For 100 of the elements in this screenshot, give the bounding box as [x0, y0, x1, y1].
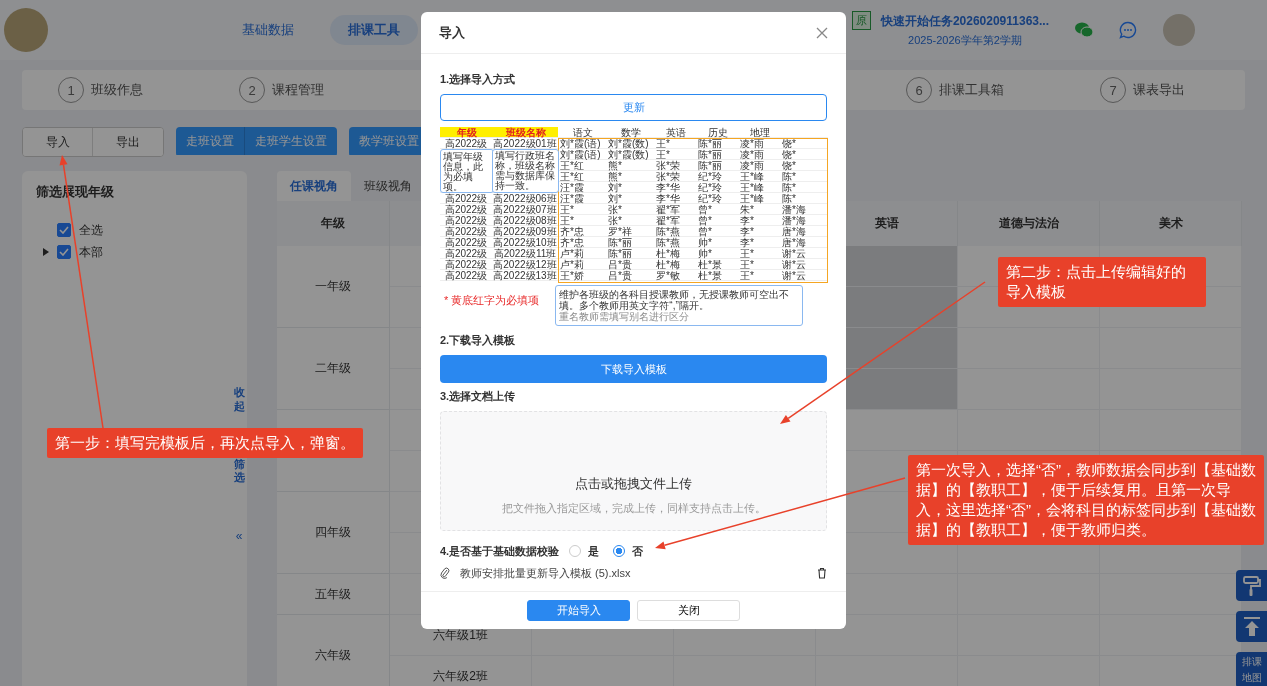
table-cell: 汪*霞: [560, 182, 584, 193]
table-cell: 凌*雨: [740, 138, 764, 149]
table-cell: 张*荣: [656, 160, 680, 171]
step-label[interactable]: 课表导出: [1133, 81, 1185, 99]
header-cell: 语文: [558, 127, 606, 138]
table-cell: 高2022级12班: [493, 259, 557, 270]
task-title[interactable]: 快速开始任务2026020911363...: [880, 12, 1049, 30]
nav-tab[interactable]: 排课工具: [330, 15, 418, 45]
table-cell: 陈*丽: [698, 138, 722, 149]
table-cell: 谢*云: [782, 259, 806, 270]
radio-option[interactable]: 否: [613, 543, 644, 559]
table-cell: 卢*莉: [560, 259, 584, 270]
table-cell: 六年级: [277, 615, 390, 686]
radio-option[interactable]: 是: [569, 543, 600, 559]
file-name[interactable]: 教师安排批量更新导入模板 (5).xlsx: [460, 565, 807, 581]
table-cell: 熊*: [608, 171, 622, 182]
dialog-button[interactable]: 关闭: [637, 600, 740, 621]
float-button[interactable]: [1236, 570, 1267, 601]
table-cell: 陈*丽: [698, 160, 722, 171]
table-cell: 高2022级: [444, 138, 488, 149]
step-label[interactable]: 排课工具箱: [939, 81, 1004, 99]
table-cell: 杜*梅: [656, 259, 680, 270]
table-cell: 高2022级09班: [493, 226, 557, 237]
nav-tab[interactable]: 基础数据: [224, 15, 312, 45]
table-cell: 陈*丽: [608, 237, 632, 248]
table-cell: 翟*军: [656, 204, 680, 215]
upload-hint: 把文件拖入指定区域，完成上传，同样支持点击上传。: [501, 501, 766, 516]
table-cell: 唐*海: [782, 237, 806, 248]
download-button[interactable]: 下载导入模板: [440, 355, 827, 383]
header-cell: 地理: [738, 127, 780, 138]
caret-icon[interactable]: [43, 248, 49, 256]
checkbox-item[interactable]: 全选: [57, 221, 103, 239]
attachment-icon: [440, 567, 450, 579]
table-cell: 纪*玲: [698, 182, 722, 193]
section-label: 1.选择导入方式: [440, 72, 517, 87]
table-cell: 高2022级08班: [493, 215, 557, 226]
check-icon: [59, 248, 69, 256]
table-cell: 刘*霞(数): [608, 138, 649, 149]
upload-area[interactable]: 点击或拖拽文件上传 把文件拖入指定区域，完成上传，同样支持点击上传。: [440, 411, 827, 531]
section-label: 4.是否基于基础数据校验: [440, 543, 560, 559]
table-cell: 李*: [740, 237, 754, 248]
header-cell: 历史: [696, 127, 738, 138]
table-cell: 李*华: [656, 193, 680, 204]
table-cell: 王*娇: [560, 270, 584, 281]
avatar: [4, 8, 48, 52]
table-cell: 罗*祥: [608, 226, 632, 237]
table-cell: 高2022级: [444, 204, 488, 215]
table-cell: 王*峰: [740, 193, 764, 204]
view-tab[interactable]: 任课视角: [277, 171, 351, 201]
toolbar-button[interactable]: 导入: [23, 128, 93, 156]
table-cell: 张*: [608, 215, 622, 226]
table-cell: 高2022级11班: [493, 248, 557, 259]
table-cell: 高2022级01班: [493, 138, 557, 149]
table-cell: 纪*玲: [698, 193, 722, 204]
table-cell: 饶*: [782, 149, 796, 160]
table-cell: 刘*霞(语): [560, 149, 601, 160]
table-cell: 潘*海: [782, 204, 806, 215]
toolbar-button[interactable]: 走班设置: [176, 127, 245, 155]
step-label[interactable]: 班级作息: [91, 81, 143, 99]
float-button[interactable]: [1236, 611, 1267, 642]
table-cell: 李*华: [656, 182, 680, 193]
table-cell: 凌*雨: [740, 149, 764, 160]
float-button[interactable]: 排课地图: [1236, 652, 1267, 686]
table-cell: 齐*忠: [560, 237, 584, 248]
close-icon[interactable]: [816, 26, 828, 39]
table-cell: 刘*霞(语): [560, 138, 601, 149]
table-cell: 张*: [608, 204, 622, 215]
table-cell: 王*峰: [740, 171, 764, 182]
column-header: 英语: [874, 215, 899, 232]
table-cell: 王*: [560, 204, 574, 215]
table-cell: 纪*玲: [698, 171, 722, 182]
table-cell: 高2022级: [444, 193, 488, 204]
trash-icon[interactable]: [817, 567, 827, 579]
section-label: 2.下载导入模板: [440, 333, 517, 348]
table-cell: 吕*贵: [608, 259, 632, 270]
check-icon: [59, 226, 69, 234]
table-cell: 陈*: [782, 182, 796, 193]
update-button[interactable]: 更新: [440, 94, 827, 121]
dialog-button[interactable]: 开始导入: [527, 600, 630, 621]
table-cell: 熊*: [608, 160, 622, 171]
collapse-label[interactable]: 筛选: [233, 457, 245, 485]
table-cell: 杜*景: [698, 270, 722, 281]
view-tab[interactable]: 班级视角: [351, 171, 425, 201]
column-header: 美术: [1158, 215, 1183, 232]
table-cell: 曾*: [698, 226, 712, 237]
collapse-label[interactable]: 收起: [233, 386, 245, 414]
collapse-icon[interactable]: «: [235, 529, 243, 543]
toolbar-button[interactable]: 走班学生设置: [245, 127, 337, 155]
table-cell: 王*红: [560, 160, 584, 171]
chat-icon[interactable]: [1119, 21, 1137, 39]
wechat-icon[interactable]: [1075, 22, 1093, 38]
table-cell: 谢*云: [782, 270, 806, 281]
tip-callout: 填写行政班名称，班级名称需与数据库保持一致。: [492, 149, 559, 193]
table-cell: 王*红: [560, 171, 584, 182]
table-cell: 陈*丽: [698, 149, 722, 160]
table-cell: 高2022级: [444, 215, 488, 226]
step-label[interactable]: 课程管理: [272, 81, 324, 99]
section-label: 3.选择文档上传: [440, 389, 517, 404]
checkbox-item[interactable]: 本部: [57, 243, 103, 261]
table-cell: 帅*: [698, 237, 712, 248]
